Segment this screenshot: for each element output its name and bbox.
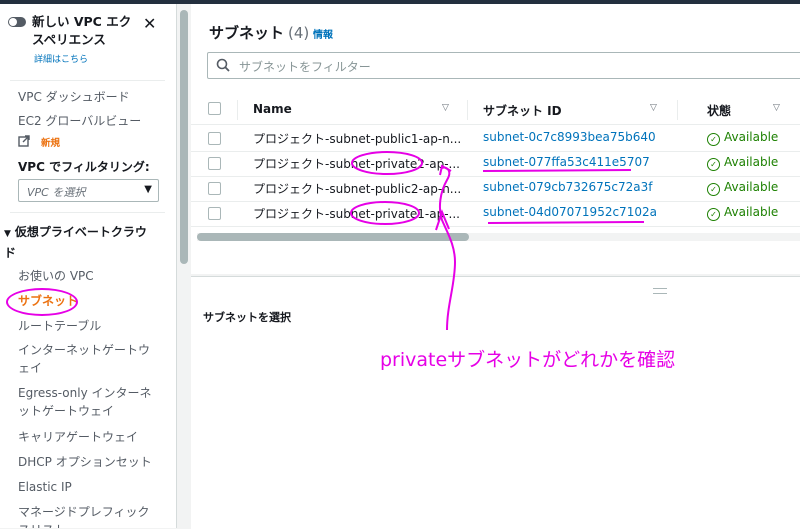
state-text: Available — [724, 155, 779, 169]
row-checkbox[interactable] — [208, 207, 221, 220]
subnet-name: プロジェクト-subnet-public2-ap-n... — [253, 182, 462, 196]
subnet-count: (4) — [288, 24, 310, 42]
sidebar: 新しい VPC エクスペリエンス ✕ 詳細はこちら VPC ダッシュボード EC… — [0, 4, 177, 528]
subnet-state: ✓ Available — [707, 130, 778, 146]
table-row[interactable]: プロジェクト-subnet-public1-ap-n... subnet-0c7… — [191, 126, 800, 152]
nav-egress-only-gateways[interactable]: Egress-only インターネットゲートウェイ — [18, 384, 153, 420]
sort-icon[interactable]: ▽ — [650, 103, 657, 113]
subnet-name: プロジェクト-subnet-private2-ap-... — [253, 157, 460, 171]
nav-dhcp-option-sets[interactable]: DHCP オプションセット — [18, 453, 168, 471]
column-separator — [677, 100, 678, 120]
resize-handle[interactable] — [653, 288, 667, 294]
close-icon[interactable]: ✕ — [143, 16, 156, 32]
state-text: Available — [724, 180, 779, 194]
check-circle-icon: ✓ — [707, 133, 720, 146]
subnet-state: ✓ Available — [707, 180, 778, 196]
column-separator — [237, 100, 238, 120]
vpc-filter-label: VPC でフィルタリング: — [18, 160, 150, 174]
nav-managed-prefix-lists[interactable]: マネージドプレフィックスリスト — [18, 503, 153, 528]
sidebar-scrollbar[interactable] — [180, 10, 188, 264]
new-badge: 新規 — [41, 138, 61, 149]
subnet-state: ✓ Available — [707, 155, 778, 171]
divider — [10, 80, 165, 81]
section-vpc-title: 仮想プライベートクラウド — [4, 225, 147, 260]
nav-route-tables[interactable]: ルートテーブル — [18, 317, 168, 335]
subnet-id-link[interactable]: subnet-077ffa53c411e5707 — [483, 155, 650, 169]
learn-more-link[interactable]: 詳細はこちら — [34, 52, 88, 65]
table-row[interactable]: プロジェクト-subnet-private1-ap-... subnet-04d… — [191, 201, 800, 227]
subnet-id-link[interactable]: subnet-0c7c8993bea75b640 — [483, 130, 656, 144]
nav-vpc-dashboard[interactable]: VPC ダッシュボード — [18, 88, 168, 106]
subnet-id-link[interactable]: subnet-079cb732675c72a3f — [483, 180, 653, 194]
table-header: Name ▽ サブネット ID ▽ 状態 ▽ — [191, 94, 800, 125]
column-header-name[interactable]: Name — [253, 102, 292, 116]
new-experience-label: 新しい VPC エクスペリエンス — [32, 14, 132, 47]
subnet-name: プロジェクト-subnet-private1-ap-... — [253, 207, 460, 221]
sort-icon[interactable]: ▽ — [773, 103, 780, 113]
state-text: Available — [724, 130, 779, 144]
subnet-name: プロジェクト-subnet-public1-ap-n... — [253, 132, 462, 146]
row-checkbox[interactable] — [208, 132, 221, 145]
vpc-select[interactable]: VPC を選択 ▼ — [18, 179, 159, 202]
nav-elastic-ip[interactable]: Elastic IP — [18, 478, 168, 496]
table-hscrollbar[interactable] — [197, 233, 469, 241]
annotation-circle — [6, 288, 78, 316]
table-row[interactable]: プロジェクト-subnet-public2-ap-n... subnet-079… — [191, 176, 800, 202]
table-row[interactable]: プロジェクト-subnet-private2-ap-... subnet-077… — [191, 151, 800, 177]
check-circle-icon: ✓ — [707, 158, 720, 171]
select-all-checkbox[interactable] — [208, 102, 221, 115]
subnets-panel: サブネット (4) 情報 サブネットをフィルター Name ▽ サブネット ID … — [191, 4, 800, 274]
subnet-state: ✓ Available — [707, 205, 778, 221]
row-checkbox[interactable] — [208, 182, 221, 195]
column-header-subnet-id[interactable]: サブネット ID — [483, 102, 562, 119]
vpc-select-placeholder: VPC を選択 — [27, 186, 86, 199]
section-vpc-header[interactable]: ▼ 仮想プライベートクラウド — [4, 223, 154, 263]
divider — [10, 212, 165, 213]
check-circle-icon: ✓ — [707, 183, 720, 196]
search-placeholder: サブネットをフィルター — [239, 60, 371, 74]
nav-your-vpcs[interactable]: お使いの VPC — [18, 267, 168, 285]
new-experience-toggle[interactable] — [8, 17, 26, 27]
info-link[interactable]: 情報 — [313, 26, 333, 41]
caret-down-icon: ▼ — [144, 184, 152, 195]
nav-ec2-global-view-label: EC2 グローバルビュー — [18, 114, 142, 128]
search-icon — [216, 58, 230, 72]
annotation-text: privateサブネットがどれかを確認 — [380, 349, 676, 371]
check-circle-icon: ✓ — [707, 208, 720, 221]
details-split-panel: サブネットを選択 — [191, 276, 800, 529]
subnet-filter-input[interactable]: サブネットをフィルター — [207, 52, 800, 79]
column-header-state[interactable]: 状態 — [707, 102, 731, 119]
column-separator — [467, 100, 468, 120]
nav-ec2-global-view[interactable]: EC2 グローバルビュー — [18, 112, 168, 130]
sort-icon[interactable]: ▽ — [442, 103, 449, 113]
state-text: Available — [724, 205, 779, 219]
page-title-text: サブネット — [209, 24, 285, 42]
nav-carrier-gateways[interactable]: キャリアゲートウェイ — [18, 428, 168, 446]
caret-down-icon: ▼ — [4, 229, 11, 239]
page-title: サブネット (4) — [209, 22, 309, 43]
select-subnet-prompt: サブネットを選択 — [203, 311, 291, 324]
subnet-id-link[interactable]: subnet-04d07071952c7102a — [483, 205, 657, 219]
nav-internet-gateways[interactable]: インターネットゲートウェイ — [18, 341, 153, 377]
external-link-icon — [18, 135, 30, 147]
row-checkbox[interactable] — [208, 157, 221, 170]
